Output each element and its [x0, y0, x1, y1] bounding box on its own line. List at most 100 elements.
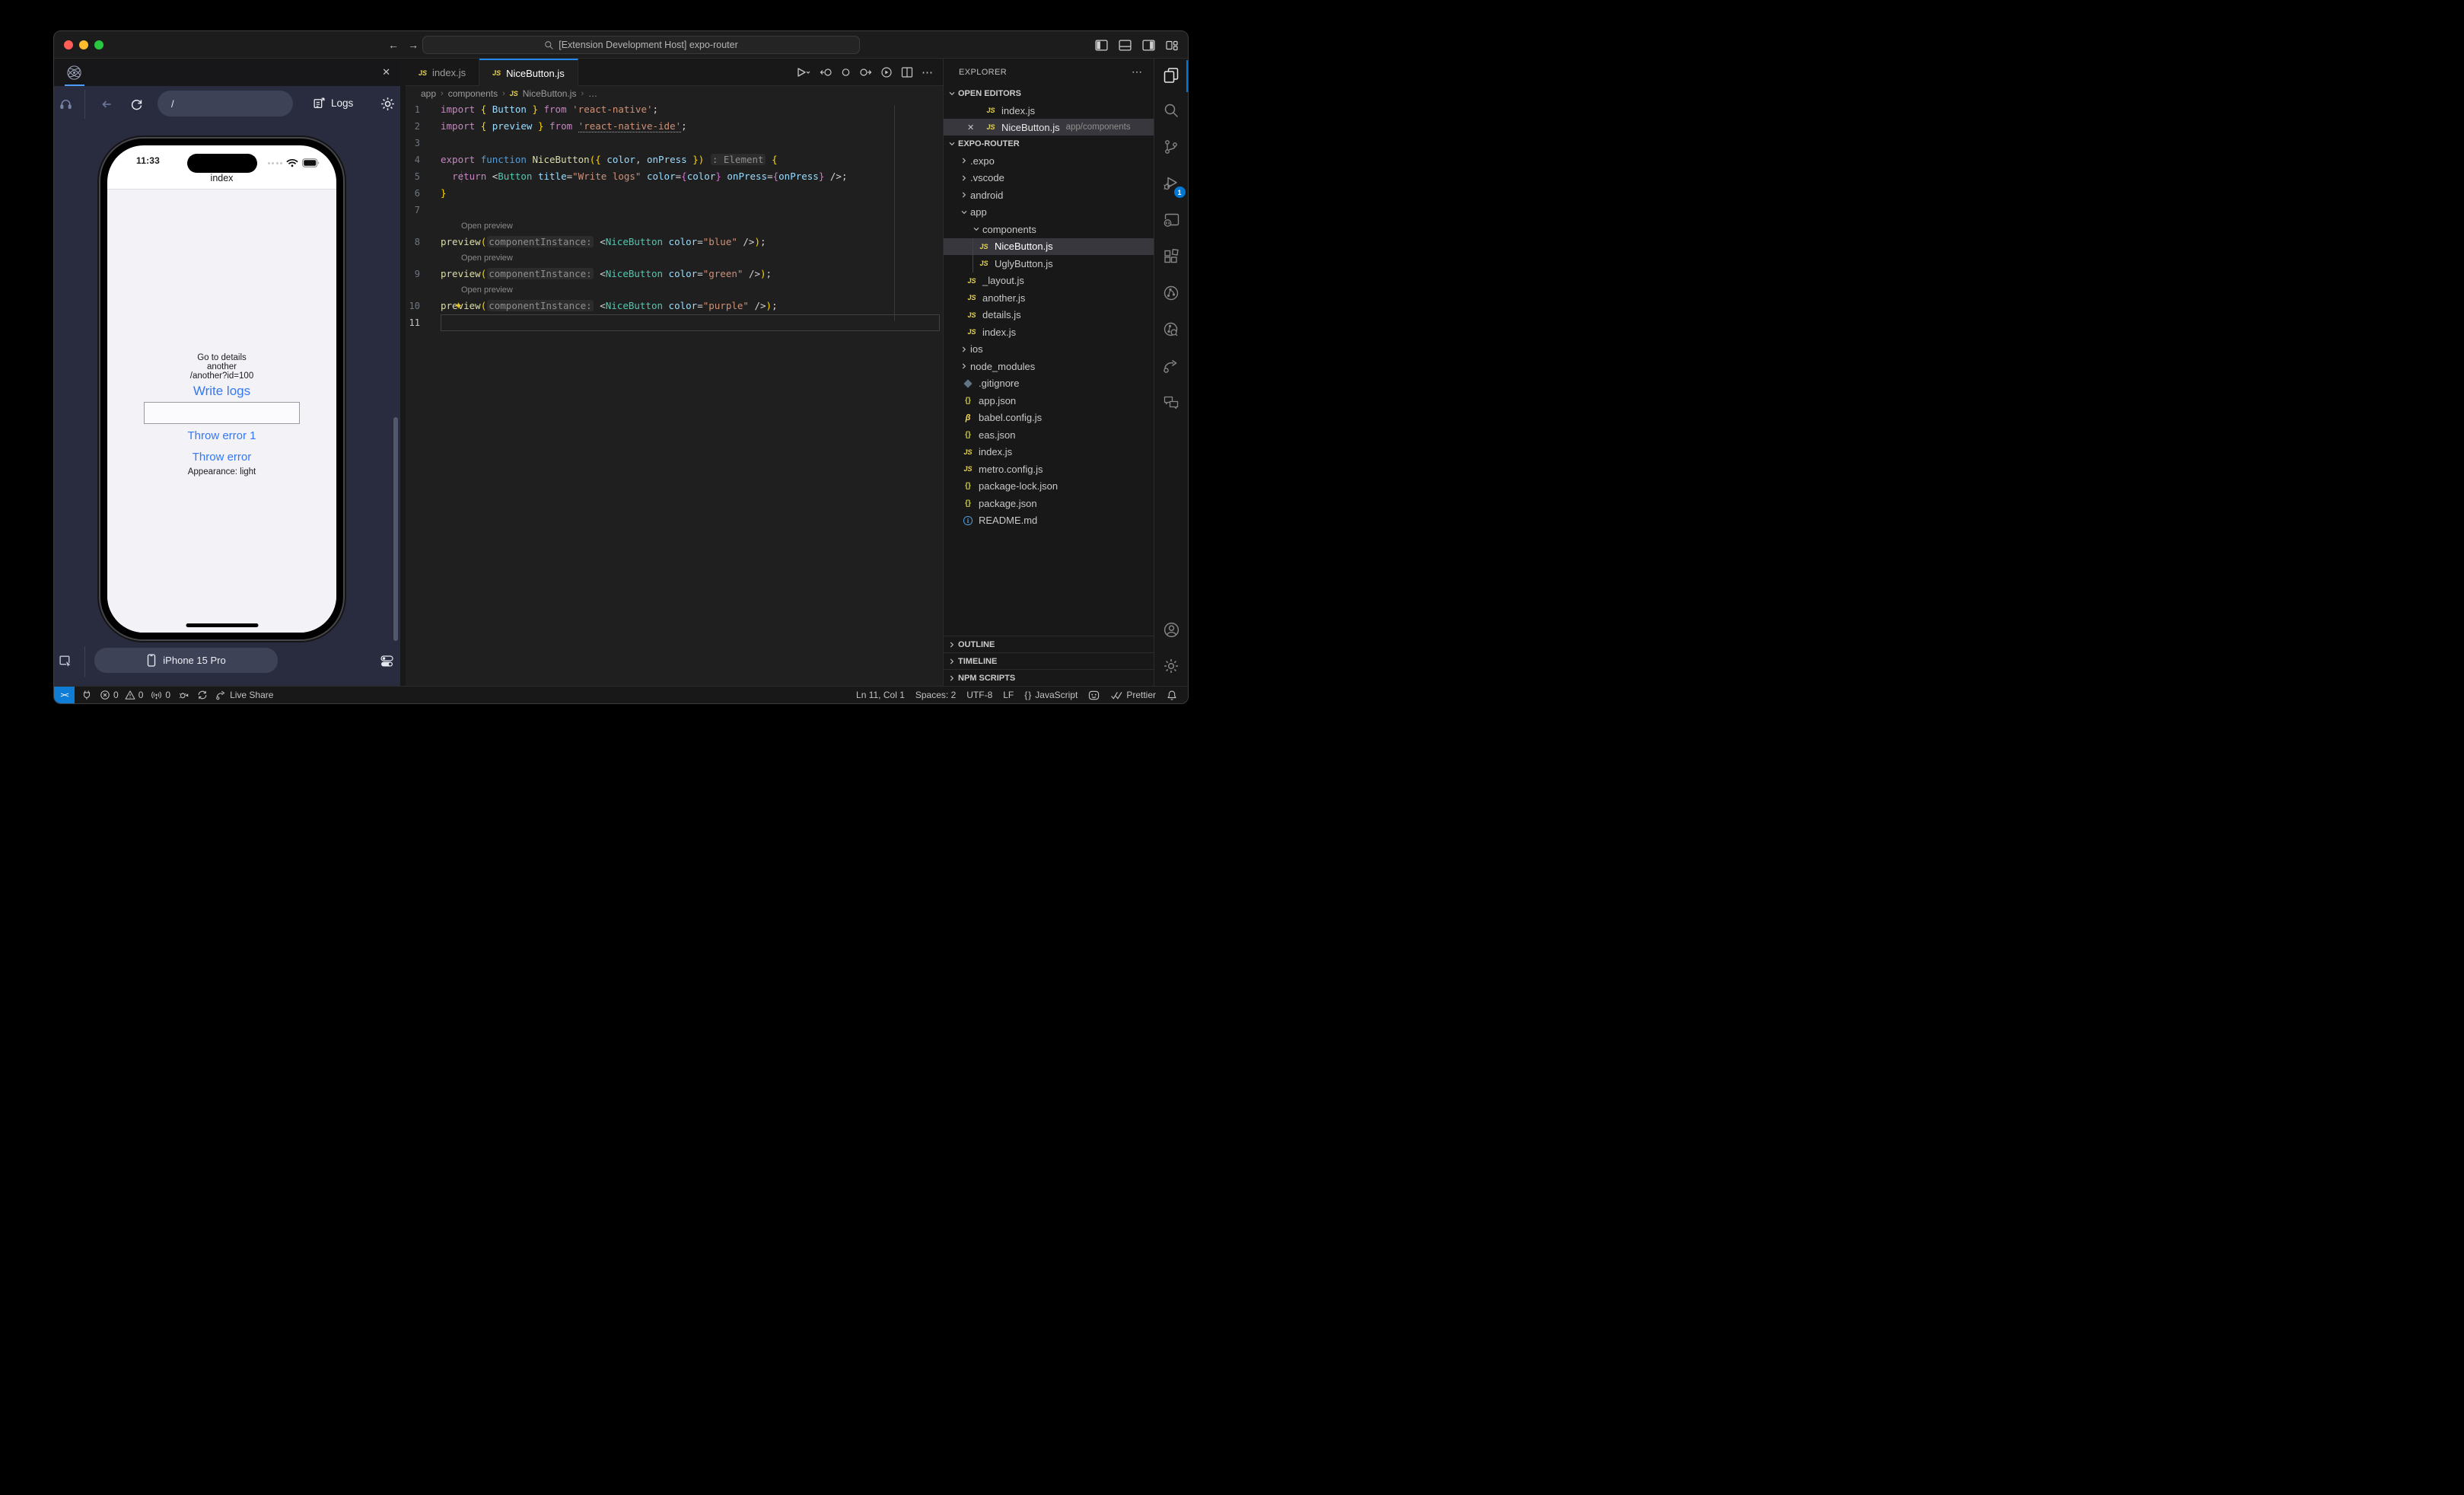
run-debug-view-icon[interactable]: 1 — [1154, 165, 1189, 202]
another-link[interactable]: another — [107, 362, 336, 371]
tree-item-.expo[interactable]: .expo — [944, 152, 1154, 170]
tree-item-UglyButton.js[interactable]: JSUglyButton.js — [944, 255, 1154, 273]
problems-indicator[interactable]: 0 0 — [96, 690, 147, 700]
tab-index-js[interactable]: JS index.js — [406, 59, 479, 85]
element-inspector-icon[interactable] — [57, 652, 74, 669]
code-line-9[interactable]: 9preview(componentInstance: <NiceButton … — [406, 266, 943, 282]
tree-item-app[interactable]: app — [944, 204, 1154, 222]
section-timeline[interactable]: TIMELINE — [944, 652, 1154, 669]
extensions-view-icon[interactable] — [1154, 238, 1189, 275]
tree-item-_layout.js[interactable]: JS_layout.js — [944, 273, 1154, 290]
customize-layout-icon[interactable] — [1164, 37, 1180, 53]
radon-ide-tab[interactable] — [64, 59, 84, 86]
code-line-5[interactable]: 5 return <Button title="Write logs" colo… — [406, 168, 943, 185]
run-file-button[interactable] — [796, 66, 811, 78]
tree-item-.gitignore[interactable]: .gitignore — [944, 375, 1154, 393]
code-line-8[interactable]: 8preview(componentInstance: <NiceButton … — [406, 234, 943, 250]
nav-back-icon[interactable] — [98, 96, 115, 113]
code-line-4[interactable]: 4export function NiceButton({ color, onP… — [406, 151, 943, 168]
tree-item-babel.config.js[interactable]: βbabel.config.js — [944, 410, 1154, 427]
go-to-details-link[interactable]: Go to details — [107, 353, 336, 362]
live-share-view-icon[interactable] — [1154, 348, 1189, 384]
explorer-view-icon[interactable] — [1154, 59, 1189, 92]
tree-item-NiceButton.js[interactable]: JSNiceButton.js — [944, 238, 1154, 256]
source-control-view-icon[interactable] — [1154, 129, 1189, 165]
sync-icon[interactable] — [193, 690, 212, 700]
split-editor-icon[interactable] — [901, 66, 913, 78]
open-editor-index-js[interactable]: JS index.js — [944, 102, 1154, 119]
breadcrumb-components[interactable]: components — [448, 88, 498, 99]
encoding[interactable]: UTF-8 — [963, 690, 995, 700]
breadcrumb-file[interactable]: NiceButton.js — [523, 88, 577, 99]
remote-indicator[interactable]: >< — [54, 687, 75, 703]
tree-item-README.md[interactable]: iREADME.md — [944, 512, 1154, 530]
section-npm-scripts[interactable]: NPM SCRIPTS — [944, 669, 1154, 686]
code-line-3[interactable]: 3 — [406, 135, 943, 151]
tree-item-app.json[interactable]: {}app.json — [944, 392, 1154, 410]
another-id-link[interactable]: /another?id=100 — [107, 371, 336, 381]
language-mode[interactable]: {} JavaScript — [1021, 690, 1081, 700]
code-line-6[interactable]: 6} — [406, 185, 943, 202]
tree-item-android[interactable]: android — [944, 186, 1154, 204]
comments-view-icon[interactable] — [1154, 384, 1189, 421]
logs-button[interactable]: Logs — [313, 93, 353, 113]
toggle-secondary-sidebar-icon[interactable] — [1140, 37, 1157, 53]
tree-item-.vscode[interactable]: .vscode — [944, 170, 1154, 187]
history-forward-button[interactable]: → — [406, 37, 421, 53]
breadcrumb[interactable]: app › components › JS NiceButton.js › … — [406, 86, 943, 101]
toggle-primary-sidebar-icon[interactable] — [1093, 37, 1109, 53]
toggle-panel-icon[interactable] — [1116, 37, 1133, 53]
gitlens-view-icon[interactable] — [1154, 311, 1189, 348]
debug-status-icon[interactable] — [174, 690, 193, 700]
close-panel-icon[interactable]: ✕ — [382, 66, 390, 78]
tree-item-node_modules[interactable]: node_modules — [944, 358, 1154, 375]
route-url-bar[interactable]: / — [158, 91, 293, 116]
git-graph-view-icon[interactable] — [1154, 275, 1189, 311]
device-select-button[interactable]: iPhone 15 Pro — [94, 648, 278, 673]
open-editor-nicebutton-js[interactable]: ✕ JS NiceButton.js app/components — [944, 119, 1154, 135]
close-window-button[interactable] — [64, 40, 73, 49]
throw-error-1-button[interactable]: Throw error 1 — [107, 429, 336, 442]
compare-changes-icon[interactable] — [841, 66, 851, 78]
codelens-open-preview[interactable]: Open preview — [406, 282, 943, 298]
code-line-7[interactable]: 7 — [406, 202, 943, 218]
breadcrumb-symbol[interactable]: … — [588, 88, 597, 99]
code-editor[interactable]: 1import { Button } from 'react-native';2… — [406, 101, 943, 686]
ports-plug-icon[interactable] — [78, 690, 96, 700]
tree-item-eas.json[interactable]: {}eas.json — [944, 426, 1154, 444]
tree-item-index.js[interactable]: JSindex.js — [944, 444, 1154, 461]
code-line-2[interactable]: 2import { preview } from 'react-native-i… — [406, 118, 943, 135]
text-input-field[interactable] — [144, 402, 300, 424]
code-line-11[interactable]: 11 — [406, 314, 943, 331]
inspect-element-icon[interactable] — [57, 95, 74, 112]
remote-explorer-view-icon[interactable] — [1154, 202, 1189, 238]
notifications-bell-icon[interactable] — [1164, 690, 1180, 701]
settings-gear-icon[interactable] — [1154, 648, 1189, 684]
codelens-open-preview[interactable]: Open preview — [406, 250, 943, 266]
reload-icon[interactable] — [128, 96, 145, 113]
throw-error-button[interactable]: Throw error — [107, 451, 336, 464]
tree-item-details.js[interactable]: JSdetails.js — [944, 307, 1154, 324]
next-change-icon[interactable] — [859, 66, 872, 78]
tree-item-index.js[interactable]: JSindex.js — [944, 324, 1154, 341]
indentation[interactable]: Spaces: 2 — [912, 690, 959, 700]
run-code-icon[interactable] — [880, 66, 893, 78]
panel-scrollbar[interactable] — [393, 417, 398, 641]
accounts-icon[interactable] — [1154, 611, 1189, 648]
tree-item-package-lock.json[interactable]: {}package-lock.json — [944, 478, 1154, 496]
section-open-editors[interactable]: OPEN EDITORS — [944, 85, 1154, 102]
tree-item-components[interactable]: components — [944, 221, 1154, 238]
tree-item-ios[interactable]: ios — [944, 341, 1154, 359]
broadcast-indicator[interactable]: 0 — [147, 690, 174, 700]
close-editor-icon[interactable]: ✕ — [967, 123, 974, 132]
explorer-more-actions-icon[interactable]: ⋯ — [1132, 65, 1143, 78]
history-back-button[interactable]: ← — [386, 37, 401, 53]
section-outline[interactable]: OUTLINE — [944, 636, 1154, 652]
eol-sequence[interactable]: LF — [1000, 690, 1017, 700]
code-line-10[interactable]: 10preview(componentInstance: <NiceButton… — [406, 298, 943, 314]
panel-settings-gear-icon[interactable] — [379, 95, 396, 112]
tree-item-another.js[interactable]: JSanother.js — [944, 289, 1154, 307]
tree-item-metro.config.js[interactable]: JSmetro.config.js — [944, 461, 1154, 478]
feedback-smiley-icon[interactable] — [1085, 690, 1103, 701]
section-project[interactable]: EXPO-ROUTER — [944, 135, 1154, 152]
